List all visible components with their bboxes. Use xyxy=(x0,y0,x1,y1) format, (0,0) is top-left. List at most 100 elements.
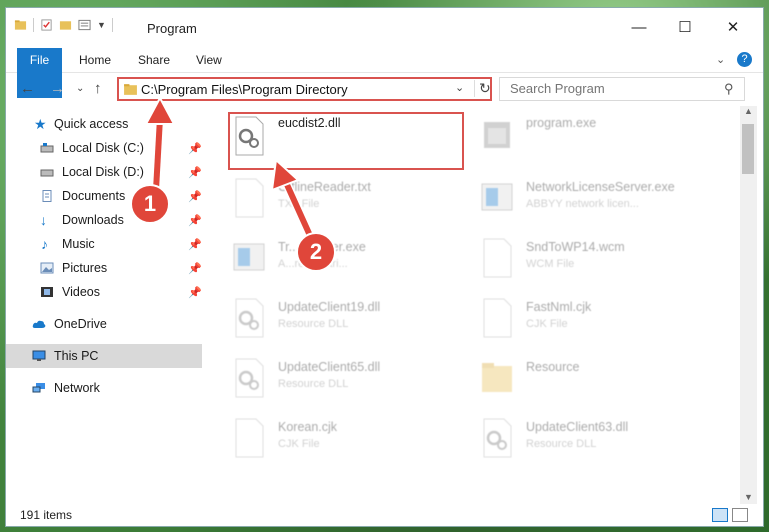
sidebar-item-this-pc[interactable]: This PC xyxy=(6,344,202,368)
file-item-offlinereader-txt[interactable]: OfflineReader.txt TXT File xyxy=(212,174,452,224)
sidebar-item-label: Videos xyxy=(62,285,100,299)
folder-icon[interactable] xyxy=(14,19,27,31)
search-box[interactable]: ⚲ xyxy=(499,77,745,101)
close-button[interactable]: ✕ xyxy=(710,14,756,40)
file-name: UpdateClient19.dll xyxy=(278,300,381,314)
file-item-updateclient19-dll[interactable]: UpdateClient19.dll Resource DLL xyxy=(212,294,452,344)
sidebar-item-local-disk-c[interactable]: Local Disk (C:) 📌 xyxy=(6,136,202,160)
up-button[interactable]: ↑ xyxy=(94,80,102,97)
expand-ribbon-icon[interactable]: ⌄ xyxy=(716,53,725,66)
network-icon xyxy=(32,383,45,393)
large-icons-view-icon[interactable] xyxy=(732,508,748,522)
sidebar-item-label: Documents xyxy=(62,189,126,203)
sidebar-item-label: This PC xyxy=(54,349,99,363)
file-name: program.exe xyxy=(526,116,597,130)
pin-icon[interactable]: 📌 xyxy=(188,238,202,251)
sidebar-item-local-disk-d[interactable]: Local Disk (D:) 📌 xyxy=(6,160,202,184)
refresh-icon[interactable]: ↻ xyxy=(474,80,491,97)
tab-home[interactable]: Home xyxy=(79,48,111,72)
pin-icon[interactable]: 📌 xyxy=(188,190,202,203)
pin-icon[interactable]: 📌 xyxy=(188,214,202,227)
pin-icon[interactable]: 📌 xyxy=(188,262,202,275)
address-dropdown-icon[interactable]: ⌄ xyxy=(455,81,464,94)
download-icon: ↓ xyxy=(40,212,47,228)
search-input[interactable] xyxy=(508,80,712,97)
sidebar-item-music[interactable]: ♪ Music 📌 xyxy=(6,232,202,256)
scrollbar-thumb[interactable] xyxy=(742,124,754,174)
dll-file-icon xyxy=(235,358,264,398)
folder-icon xyxy=(482,363,512,392)
pin-icon[interactable]: 📌 xyxy=(188,166,202,179)
file-item-updateclient65-dll[interactable]: UpdateClient65.dll Resource DLL xyxy=(212,354,452,404)
file-item-resource-folder[interactable]: Resource xyxy=(460,354,700,404)
title-bar: ▼ Program — ☐ ✕ xyxy=(6,8,763,42)
forward-button[interactable]: → xyxy=(50,80,65,97)
file-item-updateclient63-dll[interactable]: UpdateClient63.dll Resource DLL xyxy=(460,414,700,464)
sidebar-item-documents[interactable]: Documents 📌 xyxy=(6,184,202,208)
file-item-fastnml-cjk[interactable]: FastNml.cjk CJK File xyxy=(460,294,700,344)
sidebar-item-label: Local Disk (D:) xyxy=(62,165,144,179)
step-badge-2: 2 xyxy=(296,232,336,272)
scroll-up-icon[interactable]: ▲ xyxy=(744,106,753,116)
sidebar-item-downloads[interactable]: ↓ Downloads 📌 xyxy=(6,208,202,232)
sidebar-item-network[interactable]: Network xyxy=(6,376,202,400)
cloud-icon xyxy=(32,320,46,328)
view-icon[interactable] xyxy=(78,19,91,31)
file-type: Resource DLL xyxy=(278,378,349,390)
folder-icon xyxy=(124,84,137,95)
ribbon-tabs: File Home Share View ⌄ ? xyxy=(6,48,763,98)
new-folder-icon[interactable] xyxy=(59,19,72,31)
sidebar-item-quick-access[interactable]: ★ Quick access xyxy=(6,112,202,136)
maximize-button[interactable]: ☐ xyxy=(662,14,708,40)
sidebar-item-videos[interactable]: Videos 📌 xyxy=(6,280,202,304)
vertical-scrollbar[interactable]: ▲ ▼ xyxy=(740,106,757,504)
quick-access-toolbar: ▼ xyxy=(14,18,113,32)
file-name: Korean.cjk xyxy=(278,420,338,434)
sidebar-item-label: Quick access xyxy=(54,117,129,131)
sidebar-item-pictures[interactable]: Pictures 📌 xyxy=(6,256,202,280)
file-type: CJK File xyxy=(526,318,568,330)
drive-icon xyxy=(40,169,54,177)
scroll-down-icon[interactable]: ▼ xyxy=(744,492,753,502)
computer-icon xyxy=(32,350,46,361)
exe-file-icon xyxy=(233,243,265,271)
details-view-icon[interactable] xyxy=(712,508,728,522)
tab-share[interactable]: Share xyxy=(138,48,170,72)
file-item-korean-cjk[interactable]: Korean.cjk CJK File xyxy=(212,414,452,464)
recent-locations-button[interactable]: ⌄ xyxy=(76,83,84,94)
status-bar: 191 items xyxy=(6,504,763,526)
sidebar-item-label: Music xyxy=(62,237,95,251)
file-type: ABBYY network licen... xyxy=(526,198,639,210)
dll-file-icon xyxy=(483,418,512,458)
help-icon[interactable]: ? xyxy=(737,52,752,67)
file-type: WCM File xyxy=(526,258,575,270)
tab-view[interactable]: View xyxy=(196,48,222,72)
sidebar-item-label: OneDrive xyxy=(54,317,107,331)
window-title: Program xyxy=(147,21,197,36)
file-item-networklicenseserver-exe[interactable]: NetworkLicenseServer.exe ABBYY network l… xyxy=(460,174,700,224)
navigation-bar: ← → ⌄ ↑ C:\Program Files\Program Directo… xyxy=(6,74,763,104)
file-item-sndtowp14-wcm[interactable]: SndToWP14.wcm WCM File xyxy=(460,234,700,284)
pin-icon[interactable]: 📌 xyxy=(188,286,202,299)
customize-toolbar-icon[interactable]: ▼ xyxy=(97,20,106,30)
search-icon[interactable]: ⚲ xyxy=(724,81,734,97)
drive-icon xyxy=(40,143,54,153)
file-item-program-exe[interactable]: program.exe xyxy=(460,112,700,162)
generic-file-icon xyxy=(483,298,512,338)
back-button[interactable]: ← xyxy=(20,80,35,97)
file-type: CJK File xyxy=(278,438,320,450)
sidebar-item-onedrive[interactable]: OneDrive xyxy=(6,312,202,336)
sidebar-item-label: Network xyxy=(54,381,100,395)
file-name: Resource xyxy=(526,360,580,374)
highlight-box-file xyxy=(228,112,464,170)
file-type: TXT File xyxy=(278,198,320,210)
generic-file-icon xyxy=(235,418,264,458)
minimize-button[interactable]: — xyxy=(616,14,662,40)
file-name: UpdateClient65.dll xyxy=(278,360,381,374)
pin-icon[interactable]: 📌 xyxy=(188,142,202,155)
music-icon: ♪ xyxy=(41,236,48,252)
address-bar[interactable]: C:\Program Files\Program Directory ⌄ ↻ xyxy=(117,77,492,101)
step-badge-1: 1 xyxy=(130,184,170,224)
properties-icon[interactable] xyxy=(40,19,53,31)
address-path: C:\Program Files\Program Directory xyxy=(141,82,348,97)
